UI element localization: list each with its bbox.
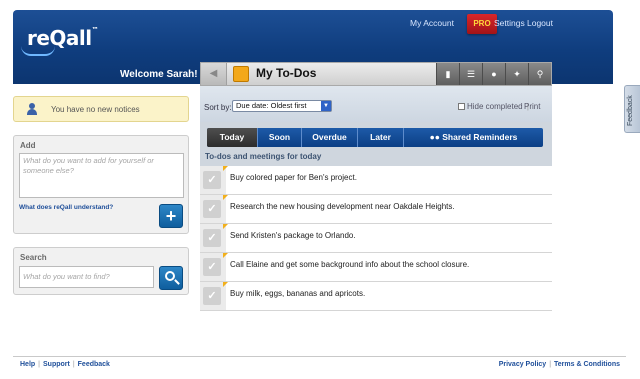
todo-header: ◀ My To-Dos ▮ ☰ ● ✦ ⚲ (200, 62, 552, 86)
print-link[interactable]: Print (524, 102, 540, 111)
back-arrow-icon[interactable]: ◀ (201, 63, 227, 85)
footer-divider (13, 356, 626, 357)
todo-list-icon (233, 66, 249, 82)
tab-later[interactable]: Later (358, 128, 404, 147)
notice-banner: You have no new notices (13, 96, 189, 122)
search-panel: Search What do you want to find? (13, 247, 189, 295)
flag-icon (223, 166, 228, 171)
list-item[interactable]: ✓ Call Elaine and get some background in… (200, 253, 552, 282)
section-label: To-dos and meetings for today (205, 152, 322, 161)
list-item[interactable]: ✓ Buy colored paper for Ben's project. (200, 166, 552, 195)
page: reQall™ My Account PRO Settings Logout W… (0, 0, 640, 379)
checkmark-icon[interactable]: ✓ (203, 171, 221, 189)
toolbar: ▮ ☰ ● ✦ ⚲ (436, 63, 551, 85)
hide-completed-toggle[interactable]: Hide completed | (458, 102, 529, 111)
sort-select-value: Due date: Oldest first (236, 101, 307, 110)
flag-icon (223, 224, 228, 229)
checkmark-icon[interactable]: ✓ (203, 258, 221, 276)
chevron-down-icon: ▼ (321, 101, 331, 111)
settings-link[interactable]: Settings (494, 18, 525, 28)
feedback-tab-label: Feedback (627, 95, 634, 126)
notice-text: You have no new notices (51, 105, 140, 114)
todo-list: ✓ Buy colored paper for Ben's project. ✓… (200, 166, 552, 311)
logout-link[interactable]: Logout (527, 18, 553, 28)
hide-completed-label: Hide completed (467, 102, 523, 111)
flag-icon (223, 282, 228, 287)
pro-badge[interactable]: PRO (467, 14, 497, 34)
todo-text: Research the new housing development nea… (230, 202, 455, 211)
list-item[interactable]: ✓ Buy milk, eggs, bananas and apricots. (200, 282, 552, 311)
hide-completed-checkbox[interactable] (458, 103, 465, 110)
todo-text: Buy milk, eggs, bananas and apricots. (230, 289, 366, 298)
support-link[interactable]: Support (43, 361, 70, 368)
add-textarea[interactable]: What do you want to add for yourself or … (19, 153, 184, 198)
search-panel-title: Search (20, 253, 47, 262)
checkmark-icon[interactable]: ✓ (203, 287, 221, 305)
people-icon: ●● (429, 132, 443, 142)
search-input[interactable]: What do you want to find? (19, 266, 154, 288)
tab-soon[interactable]: Soon (258, 128, 302, 147)
search-icon[interactable]: ⚲ (528, 63, 551, 85)
help-link[interactable]: Help (20, 361, 35, 368)
tab-shared-reminders[interactable]: ●● Shared Reminders (404, 128, 543, 147)
list-icon[interactable]: ☰ (459, 63, 482, 85)
logo-swoosh (21, 46, 55, 56)
todo-text: Send Kristen's package to Orlando. (230, 231, 356, 240)
terms-link[interactable]: Terms & Conditions (554, 361, 620, 368)
tab-overdue[interactable]: Overdue (302, 128, 358, 147)
add-panel: Add What do you want to add for yourself… (13, 135, 189, 234)
add-button[interactable]: + (159, 204, 183, 228)
user-icon (26, 103, 40, 116)
search-button[interactable] (159, 266, 183, 290)
tab-today[interactable]: Today (207, 128, 258, 147)
list-item[interactable]: ✓ Research the new housing development n… (200, 195, 552, 224)
checkmark-icon[interactable]: ✓ (203, 229, 221, 247)
flag-icon (223, 253, 228, 258)
welcome-message: Welcome Sarah! (120, 69, 198, 80)
footer-links-right: Privacy Policy | Terms & Conditions (498, 361, 620, 368)
footer-links-left: Help | Support | Feedback (20, 361, 110, 368)
plus-icon: + (165, 206, 177, 226)
add-panel-title: Add (20, 141, 36, 150)
note-icon[interactable]: ▮ (436, 63, 459, 85)
list-item[interactable]: ✓ Send Kristen's package to Orlando. (200, 224, 552, 253)
feedback-tab[interactable]: Feedback (624, 85, 640, 133)
pin-icon[interactable]: ✦ (505, 63, 528, 85)
privacy-link[interactable]: Privacy Policy (499, 361, 546, 368)
sort-select[interactable]: Due date: Oldest first ▼ (232, 100, 332, 112)
checkmark-icon[interactable]: ✓ (203, 200, 221, 218)
understand-link[interactable]: What does reQall understand? (19, 204, 113, 211)
tabs-area: Today Soon Overdue Later ●● Shared Remin… (200, 122, 552, 166)
todo-text: Buy colored paper for Ben's project. (230, 173, 357, 182)
sort-label: Sort by: (204, 103, 232, 112)
tab-shared-label: Shared Reminders (442, 132, 518, 142)
todo-text: Call Elaine and get some background info… (230, 260, 470, 269)
feedback-link[interactable]: Feedback (78, 361, 110, 368)
tab-bar: Today Soon Overdue Later ●● Shared Remin… (207, 128, 543, 147)
my-account-link[interactable]: My Account (410, 18, 454, 28)
page-title: My To-Dos (256, 66, 317, 80)
flag-icon (223, 195, 228, 200)
people-icon[interactable]: ● (482, 63, 505, 85)
sort-bar: Sort by: Due date: Oldest first ▼ Hide c… (200, 86, 552, 122)
